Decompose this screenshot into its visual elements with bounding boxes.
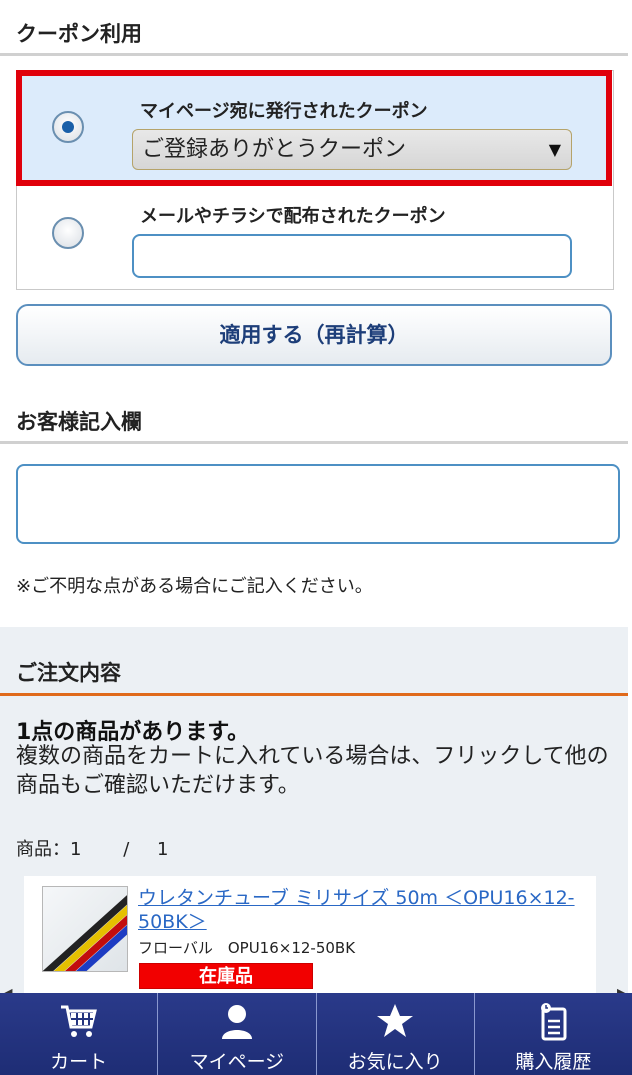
pager-separator: / [123,839,130,860]
nav-mypage-label: マイページ [189,1051,285,1073]
customer-note-title: お客様記入欄 [16,410,142,434]
pager-current: 商品：1 [16,839,82,860]
coupon-select-value: ご登録ありがとうクーポン [142,137,407,162]
coupon-radio-mypage[interactable] [52,111,84,143]
nav-favorites[interactable]: お気に入り [317,993,475,1075]
coupon-radio-mail[interactable] [52,217,84,249]
coupon-option-mail-label: メールやチラシで配布されたクーポン [140,206,446,227]
coupon-select[interactable]: ご登録ありがとうクーポン ▼ [132,129,572,170]
nav-history-label: 購入履歴 [515,1051,592,1073]
coupon-option-mypage-label: マイページ宛に発行されたクーポン [140,101,428,122]
customer-note-input[interactable] [16,464,620,544]
order-section-title: ご注文内容 [16,661,121,685]
pager-total: 1 [157,839,169,860]
customer-note-hint: ※ご不明な点がある場合にご記入ください。 [16,576,373,597]
product-thumbnail [42,886,128,972]
divider [0,441,628,444]
nav-cart[interactable]: カート [0,993,159,1075]
bottom-nav: カート マイページ お気に入り 購入履歴 [0,993,632,1075]
coupon-code-input[interactable] [132,234,572,278]
apply-recalculate-button[interactable]: 適用する（再計算） [16,304,612,366]
person-icon [221,1005,252,1039]
nav-favorites-label: お気に入り [347,1051,443,1073]
star-icon [377,1004,414,1037]
product-name-link[interactable]: ウレタンチューブ ミリサイズ 50m ＜OPU16×12-50BK＞ [138,886,588,934]
product-maker: フローバル OPU16×12-50BK [138,939,356,957]
nav-mypage[interactable]: マイページ [158,993,317,1075]
item-pager: 商品：1 / 1 [16,835,168,861]
nav-cart-label: カート [50,1051,108,1073]
cart-icon [60,1005,97,1037]
dropdown-arrow-icon: ▼ [548,140,561,159]
coupon-section-title: クーポン利用 [16,22,142,46]
nav-history[interactable]: 購入履歴 [475,993,632,1075]
stock-badge: 在庫品 [139,963,313,989]
divider [0,53,628,56]
order-description: 複数の商品をカートに入れている場合は、フリックして他の商品もご確認いただけます。 [16,744,609,798]
history-icon [541,1003,567,1041]
order-divider [0,693,628,696]
